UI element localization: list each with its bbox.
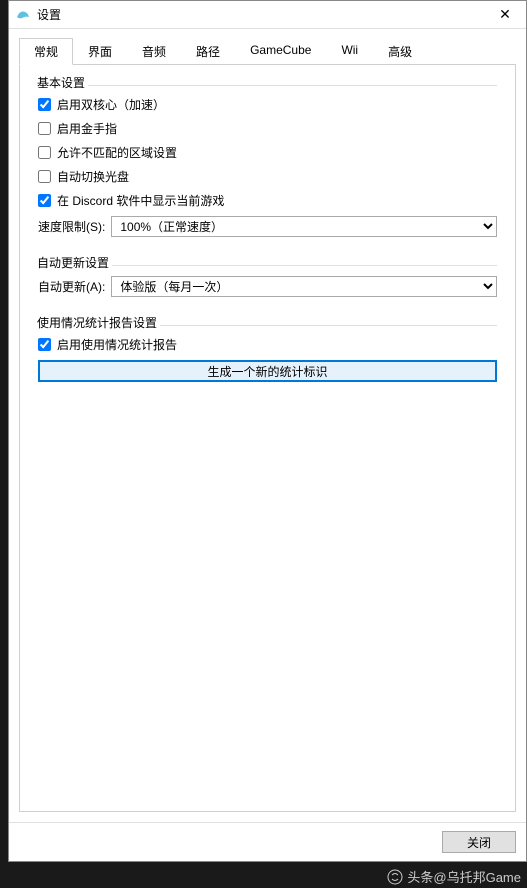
watermark-icon: [387, 869, 403, 885]
footer: 关闭: [9, 822, 526, 861]
dolphin-icon: [15, 7, 31, 23]
checkbox-cheats[interactable]: 启用金手指: [38, 120, 497, 137]
titlebar: 设置 ✕: [9, 1, 526, 29]
group-title-usage-stats: 使用情况统计报告设置: [34, 314, 160, 331]
field-auto-update: 自动更新(A): 体验版（每月一次）: [38, 276, 497, 297]
watermark: 头条@乌托邦Game: [387, 867, 521, 886]
watermark-text: 头条@乌托邦Game: [407, 867, 521, 886]
group-usage-stats: 使用情况统计报告设置 启用使用情况统计报告 生成一个新的统计标识: [30, 315, 505, 390]
window-title: 设置: [37, 6, 490, 23]
checkbox-discord-input[interactable]: [38, 194, 51, 207]
checkbox-usage-stats-input[interactable]: [38, 338, 51, 351]
tab-gamecube[interactable]: GameCube: [235, 38, 326, 65]
group-auto-update: 自动更新设置 自动更新(A): 体验版（每月一次）: [30, 255, 505, 305]
speed-limit-label: 速度限制(S):: [38, 218, 105, 235]
checkbox-region-mismatch-input[interactable]: [38, 146, 51, 159]
tab-panel-general: 基本设置 启用双核心（加速） 启用金手指 允许不匹配的区域设置: [19, 65, 516, 812]
checkbox-auto-disc-input[interactable]: [38, 170, 51, 183]
checkbox-auto-disc[interactable]: 自动切换光盘: [38, 168, 497, 185]
speed-limit-select[interactable]: 100%（正常速度）: [111, 216, 497, 237]
tab-wii[interactable]: Wii: [326, 38, 373, 65]
content-area: 常规 界面 音频 路径 GameCube Wii 高级 基本设置 启用双核心（加…: [9, 29, 526, 822]
checkbox-cheats-input[interactable]: [38, 122, 51, 135]
checkbox-discord-label: 在 Discord 软件中显示当前游戏: [57, 192, 224, 209]
close-button[interactable]: 关闭: [442, 831, 516, 853]
checkbox-cheats-label: 启用金手指: [57, 120, 117, 137]
checkbox-usage-stats[interactable]: 启用使用情况统计报告: [38, 336, 497, 353]
checkbox-dual-core-input[interactable]: [38, 98, 51, 111]
checkbox-auto-disc-label: 自动切换光盘: [57, 168, 129, 185]
tab-paths[interactable]: 路径: [181, 38, 235, 65]
close-icon[interactable]: ✕: [490, 3, 520, 27]
tab-interface[interactable]: 界面: [73, 38, 127, 65]
field-speed-limit: 速度限制(S): 100%（正常速度）: [38, 216, 497, 237]
checkbox-dual-core-label: 启用双核心（加速）: [57, 96, 165, 113]
settings-window: 设置 ✕ 常规 界面 音频 路径 GameCube Wii 高级 基本设置 启用…: [8, 0, 527, 862]
tabstrip: 常规 界面 音频 路径 GameCube Wii 高级: [19, 37, 516, 65]
tab-general[interactable]: 常规: [19, 38, 73, 65]
checkbox-discord[interactable]: 在 Discord 软件中显示当前游戏: [38, 192, 497, 209]
group-basic-settings: 基本设置 启用双核心（加速） 启用金手指 允许不匹配的区域设置: [30, 75, 505, 245]
generate-new-id-button[interactable]: 生成一个新的统计标识: [38, 360, 497, 382]
tab-advanced[interactable]: 高级: [373, 38, 427, 65]
group-title-basic: 基本设置: [34, 74, 88, 91]
group-title-auto-update: 自动更新设置: [34, 254, 112, 271]
checkbox-region-mismatch[interactable]: 允许不匹配的区域设置: [38, 144, 497, 161]
checkbox-region-mismatch-label: 允许不匹配的区域设置: [57, 144, 177, 161]
checkbox-dual-core[interactable]: 启用双核心（加速）: [38, 96, 497, 113]
checkbox-usage-stats-label: 启用使用情况统计报告: [57, 336, 177, 353]
auto-update-label: 自动更新(A):: [38, 278, 105, 295]
tab-audio[interactable]: 音频: [127, 38, 181, 65]
auto-update-select[interactable]: 体验版（每月一次）: [111, 276, 497, 297]
